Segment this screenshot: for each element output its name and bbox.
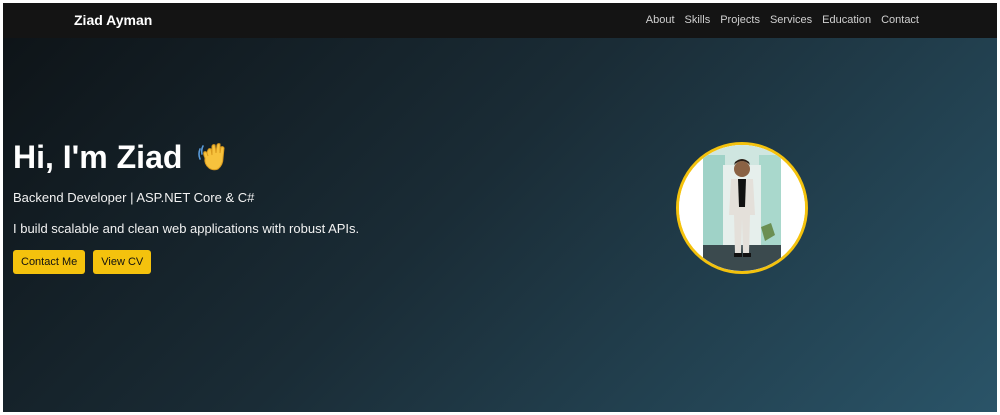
hero-title-row: Hi, I'm Ziad <box>13 138 359 176</box>
profile-photo <box>679 145 805 271</box>
hero-text-block: Hi, I'm Ziad Backend Developer | ASP.NET… <box>13 138 359 274</box>
hero-title: Hi, I'm Ziad <box>13 139 183 175</box>
contact-me-button[interactable]: Contact Me <box>13 250 86 274</box>
profile-avatar <box>676 142 808 274</box>
nav-link-skills[interactable]: Skills <box>685 14 711 26</box>
nav-link-about[interactable]: About <box>646 14 675 26</box>
page-frame: Ziad Ayman About Skills Projects Service… <box>3 3 997 412</box>
nav-link-projects[interactable]: Projects <box>720 14 760 26</box>
nav-link-education[interactable]: Education <box>822 14 871 26</box>
view-cv-button[interactable]: View CV <box>93 250 152 274</box>
hero-description: I build scalable and clean web applicati… <box>13 221 360 236</box>
hero-subtitle: Backend Developer | ASP.NET Core & C# <box>13 190 255 205</box>
top-navbar: Ziad Ayman About Skills Projects Service… <box>3 3 997 38</box>
nav-link-contact[interactable]: Contact <box>881 14 919 26</box>
hero-section: Hi, I'm Ziad Backend Developer | ASP.NET… <box>3 38 997 412</box>
nav-links: About Skills Projects Services Education… <box>646 14 919 26</box>
waving-hand-icon <box>196 140 230 174</box>
nav-link-services[interactable]: Services <box>770 14 812 26</box>
hero-buttons: Contact Me View CV <box>13 250 359 274</box>
brand-logo-text[interactable]: Ziad Ayman <box>74 12 152 28</box>
